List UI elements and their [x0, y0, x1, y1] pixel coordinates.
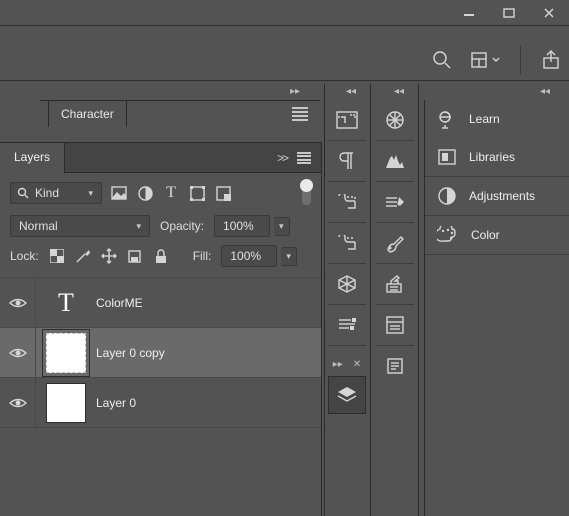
swatches-panel-icon[interactable] — [328, 223, 366, 263]
panel-learn[interactable]: Learn — [425, 100, 569, 138]
panel-label: Libraries — [469, 150, 515, 164]
filter-adjustment-icon[interactable] — [136, 184, 154, 202]
lock-artboard-icon[interactable] — [127, 248, 143, 264]
layers-panel-icon[interactable] — [328, 376, 366, 414]
layer-name[interactable]: Layer 0 — [96, 396, 136, 410]
tab-character[interactable]: Character — [48, 101, 127, 127]
fill-value: 100% — [230, 249, 261, 263]
properties-panel-icon[interactable] — [328, 305, 366, 345]
layer-row[interactable]: T ColorME — [0, 277, 321, 327]
window-close-button[interactable] — [529, 0, 569, 25]
collapse-arrows-icon[interactable]: ◂◂ — [394, 84, 404, 98]
chevron-down-icon: ▾ — [88, 188, 93, 199]
tab-label: Layers — [14, 150, 50, 164]
paragraph-panel-icon[interactable] — [328, 141, 366, 181]
collapse-arrows-icon[interactable]: ▸▸ — [290, 84, 300, 98]
learn-icon — [437, 109, 457, 129]
lock-label: Lock: — [10, 249, 39, 263]
fill-label: Fill: — [193, 249, 212, 263]
collapse-arrows-icon[interactable]: ▸▸ — [333, 359, 343, 370]
collapse-arrows-icon[interactable]: ◂◂ — [346, 84, 356, 98]
opacity-field[interactable]: 100% — [214, 215, 270, 237]
opacity-value: 100% — [223, 219, 254, 233]
filter-kind-label: Kind — [35, 186, 59, 200]
window-maximize-button[interactable] — [489, 0, 529, 25]
arrange-documents-icon[interactable] — [470, 51, 500, 69]
notes-panel-icon[interactable] — [376, 346, 414, 386]
layer-name[interactable]: ColorME — [96, 296, 143, 310]
tab-layers[interactable]: Layers — [0, 143, 65, 173]
glyphs-panel-icon[interactable] — [328, 100, 366, 140]
lock-image-icon[interactable] — [75, 248, 91, 264]
layer-name[interactable]: Layer 0 copy — [96, 346, 165, 360]
expand-arrows-icon[interactable]: >> — [277, 151, 287, 165]
opacity-label: Opacity: — [160, 219, 204, 233]
styles-panel-icon[interactable] — [328, 182, 366, 222]
share-icon[interactable] — [541, 50, 561, 70]
visibility-toggle[interactable] — [0, 278, 36, 327]
filter-type-icon[interactable]: T — [162, 184, 180, 202]
layer-thumbnail — [46, 333, 86, 373]
actions-panel-icon[interactable] — [376, 305, 414, 345]
eye-icon — [9, 297, 27, 309]
fill-field[interactable]: 100% — [221, 245, 277, 267]
panel-label: Adjustments — [469, 189, 535, 203]
eye-icon — [9, 347, 27, 359]
brushes-panel-icon[interactable] — [376, 182, 414, 222]
layer-row[interactable]: Layer 0 copy — [0, 327, 321, 377]
brush-settings-panel-icon[interactable] — [376, 223, 414, 263]
fill-stepper[interactable]: ▾ — [281, 247, 297, 266]
panel-adjustments[interactable]: Adjustments — [425, 177, 569, 215]
layer-thumbnail — [46, 383, 86, 423]
filter-toggle[interactable] — [302, 181, 311, 205]
visibility-toggle[interactable] — [0, 378, 36, 427]
3d-panel-icon[interactable] — [328, 264, 366, 304]
eye-icon — [9, 397, 27, 409]
blend-mode-value: Normal — [19, 219, 58, 233]
clone-source-panel-icon[interactable] — [376, 264, 414, 304]
collapsed-panel-strip — [376, 100, 414, 386]
filter-kind-dropdown[interactable]: Kind ▾ — [10, 182, 102, 204]
search-icon[interactable] — [432, 50, 452, 70]
layer-thumbnail: T — [46, 283, 86, 323]
layers-panel: Layers >> Kind ▾ T Normal ▾ O — [0, 142, 322, 516]
tab-label: Character — [61, 107, 114, 121]
blend-mode-dropdown[interactable]: Normal ▾ — [10, 215, 150, 237]
lock-position-icon[interactable] — [101, 248, 117, 264]
libraries-icon — [437, 147, 457, 167]
panel-color[interactable]: Color — [425, 216, 569, 254]
opacity-stepper[interactable]: ▾ — [274, 217, 290, 236]
layer-list: T ColorME Layer 0 copy Layer 0 — [0, 277, 321, 428]
lock-all-icon[interactable] — [153, 248, 169, 264]
visibility-toggle[interactable] — [0, 328, 36, 377]
collapse-arrows-icon[interactable]: ◂◂ — [540, 84, 550, 98]
filter-shape-icon[interactable] — [188, 184, 206, 202]
chevron-down-icon: ▾ — [286, 251, 291, 262]
search-icon — [17, 187, 29, 199]
layer-row[interactable]: Layer 0 — [0, 377, 321, 427]
histogram-panel-icon[interactable] — [376, 141, 414, 181]
panel-label: Learn — [469, 112, 500, 126]
filter-smartobject-icon[interactable] — [214, 184, 232, 202]
panel-label: Color — [471, 228, 500, 242]
lock-transparency-icon[interactable] — [49, 248, 65, 264]
panel-menu-icon[interactable] — [297, 152, 311, 164]
chevron-down-icon: ▾ — [136, 221, 141, 232]
navigator-panel-icon[interactable] — [376, 100, 414, 140]
filter-image-icon[interactable] — [110, 184, 128, 202]
collapsed-panel-strip: ▸▸ ✕ — [328, 100, 366, 418]
adjustments-icon — [437, 186, 457, 206]
chevron-down-icon: ▾ — [279, 221, 284, 232]
character-panel: Character — [40, 100, 320, 130]
panel-libraries[interactable]: Libraries — [425, 138, 569, 176]
close-icon[interactable]: ✕ — [353, 359, 361, 370]
window-minimize-button[interactable] — [449, 0, 489, 25]
panel-menu-icon[interactable] — [292, 107, 308, 121]
right-panel: Learn Libraries Adjustments Color — [424, 100, 569, 516]
color-icon — [437, 226, 459, 244]
